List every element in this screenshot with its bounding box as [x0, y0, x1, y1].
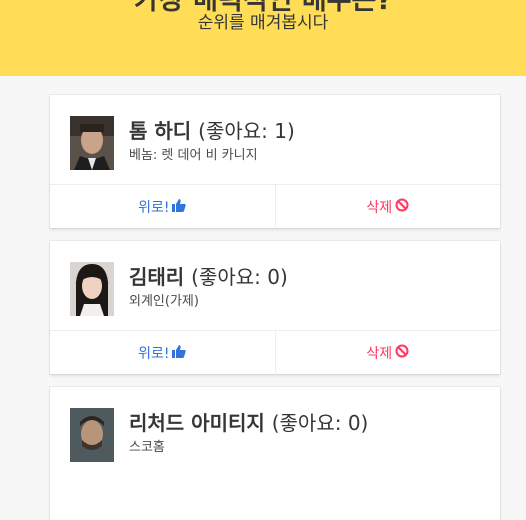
actor-work: 베놈: 렛 데어 비 카니지: [129, 148, 258, 163]
card-footer: 위로! 삭제: [50, 184, 500, 229]
page-header: 가장 매력적인 배우는? 순위를 매겨봅시다: [0, 0, 526, 76]
actor-name: 리처드 아미티지: [129, 411, 265, 435]
actor-work: 외계인(가제): [129, 294, 199, 309]
actor-name-line: 리처드 아미티지 (좋아요: 0): [129, 407, 368, 436]
actor-likes: (좋아요: 0): [191, 265, 288, 289]
actor-likes: (좋아요: 0): [271, 411, 369, 435]
up-button[interactable]: 위로!: [50, 331, 275, 375]
actor-card: 톰 하디 (좋아요: 1) 베놈: 렛 데어 비 카니지 위로! 삭제: [50, 95, 500, 229]
actor-work: 스코홈: [129, 440, 165, 455]
actor-name: 톰 하디: [129, 119, 192, 143]
page-subtitle: 순위를 매겨봅시다: [197, 13, 329, 33]
delete-button[interactable]: 삭제: [274, 331, 501, 375]
thumbs-up-icon: [172, 344, 187, 362]
ban-icon: [395, 198, 409, 216]
delete-button-label: 삭제: [366, 200, 393, 216]
actor-card: 리처드 아미티지 (좋아요: 0) 스코홈: [50, 387, 500, 520]
actor-name-line: 톰 하디 (좋아요: 1): [129, 115, 295, 144]
actor-name: 김태리: [129, 265, 185, 289]
ban-icon: [395, 344, 409, 362]
actor-card-content: 톰 하디 (좋아요: 1) 베놈: 렛 데어 비 카니지: [50, 95, 500, 184]
actor-name-line: 김태리 (좋아요: 0): [129, 261, 288, 290]
actor-likes: (좋아요: 1): [198, 119, 295, 143]
delete-button-label: 삭제: [366, 346, 393, 362]
actor-photo: [70, 116, 114, 170]
up-button-label: 위로!: [138, 200, 170, 216]
actor-card: 김태리 (좋아요: 0) 외계인(가제) 위로! 삭제: [50, 241, 500, 375]
delete-button[interactable]: 삭제: [274, 185, 501, 229]
card-footer: 위로! 삭제: [50, 330, 500, 375]
up-button[interactable]: 위로!: [50, 185, 275, 229]
actor-photo: [70, 262, 114, 316]
actor-card-content: 김태리 (좋아요: 0) 외계인(가제): [50, 241, 500, 330]
up-button-label: 위로!: [138, 346, 170, 362]
actor-card-content: 리처드 아미티지 (좋아요: 0) 스코홈: [50, 387, 500, 476]
actor-photo: [70, 408, 114, 462]
thumbs-up-icon: [172, 198, 187, 216]
